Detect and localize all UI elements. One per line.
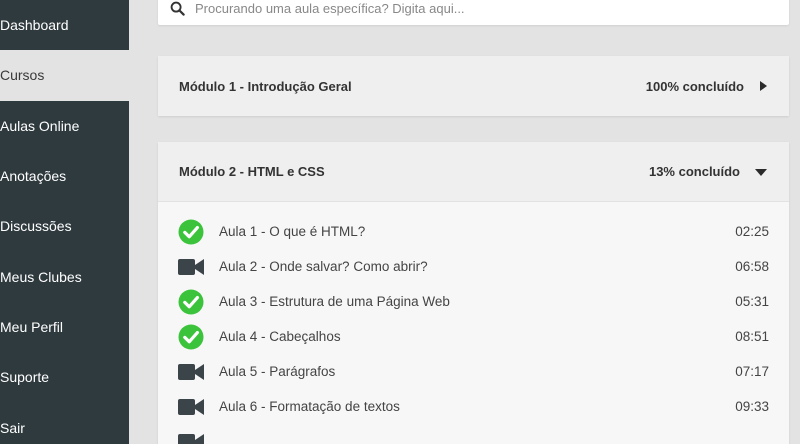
lesson-duration: 02:25 [735, 224, 769, 239]
module-progress: 100% concluído [645, 78, 744, 94]
sidebar: Dashboard Cursos Aulas Online Anotações … [0, 0, 129, 444]
lesson-row-partial [158, 424, 789, 444]
lesson-row[interactable]: Aula 5 - Parágrafos 07:17 [158, 354, 789, 389]
main-content: Módulo 1 - Introdução Geral 100% concluí… [158, 0, 789, 444]
check-circle-icon [178, 219, 204, 245]
sidebar-item-dashboard[interactable]: Dashboard [0, 0, 129, 50]
module-2-header[interactable]: Módulo 2 - HTML e CSS 13% concluído [158, 142, 789, 202]
module-2: Módulo 2 - HTML e CSS 13% concluído Aula… [158, 142, 789, 444]
lesson-list: Aula 1 - O que é HTML? 02:25 Aula 2 - On… [158, 202, 789, 444]
lesson-row[interactable]: Aula 1 - O que é HTML? 02:25 [158, 214, 789, 249]
lesson-title: Aula 6 - Formatação de textos [219, 399, 400, 414]
video-camera-icon [178, 429, 204, 444]
check-circle-icon [178, 289, 204, 315]
lesson-title: Aula 3 - Estrutura de uma Página Web [219, 294, 450, 309]
module-title: Módulo 2 - HTML e CSS [179, 164, 325, 179]
lesson-row[interactable]: Aula 4 - Cabeçalhos 08:51 [158, 319, 789, 354]
lesson-row[interactable]: Aula 6 - Formatação de textos 09:33 [158, 389, 789, 424]
check-circle-icon [178, 324, 204, 350]
lesson-duration: 05:31 [735, 294, 769, 309]
lesson-duration: 07:17 [735, 364, 769, 379]
lesson-title: Aula 5 - Parágrafos [219, 364, 336, 379]
module-title: Módulo 1 - Introdução Geral [179, 78, 352, 94]
lesson-duration: 06:58 [735, 259, 769, 274]
video-camera-icon [178, 394, 204, 420]
sidebar-item-cursos[interactable]: Cursos [0, 50, 129, 101]
sidebar-item-sair[interactable]: Sair [0, 402, 129, 444]
video-camera-icon [178, 254, 204, 280]
module-1-header[interactable]: Módulo 1 - Introdução Geral 100% concluí… [158, 56, 789, 116]
search-icon [170, 1, 185, 16]
lesson-title: Aula 4 - Cabeçalhos [219, 329, 341, 344]
caret-right-icon[interactable] [758, 80, 768, 92]
sidebar-item-meus-clubes[interactable]: Meus Clubes [0, 251, 129, 301]
sidebar-item-suporte[interactable]: Suporte [0, 352, 129, 402]
lesson-row[interactable]: Aula 3 - Estrutura de uma Página Web 05:… [158, 284, 789, 319]
sidebar-item-discussoes[interactable]: Discussões [0, 201, 129, 251]
lesson-duration: 09:33 [735, 399, 769, 414]
sidebar-item-anotacoes[interactable]: Anotações [0, 151, 129, 201]
search-bar [158, 0, 789, 25]
lesson-row[interactable]: Aula 2 - Onde salvar? Como abrir? 06:58 [158, 249, 789, 284]
search-input[interactable] [195, 1, 755, 16]
sidebar-item-meu-perfil[interactable]: Meu Perfil [0, 302, 129, 352]
caret-down-icon[interactable] [754, 167, 768, 177]
lesson-title: Aula 2 - Onde salvar? Como abrir? [219, 259, 428, 274]
lesson-title: Aula 1 - O que é HTML? [219, 224, 366, 239]
video-camera-icon [178, 359, 204, 385]
module-progress: 13% concluído [648, 164, 740, 179]
module-1: Módulo 1 - Introdução Geral 100% concluí… [158, 56, 789, 116]
sidebar-item-aulas-online[interactable]: Aulas Online [0, 101, 129, 151]
lesson-duration: 08:51 [735, 329, 769, 344]
